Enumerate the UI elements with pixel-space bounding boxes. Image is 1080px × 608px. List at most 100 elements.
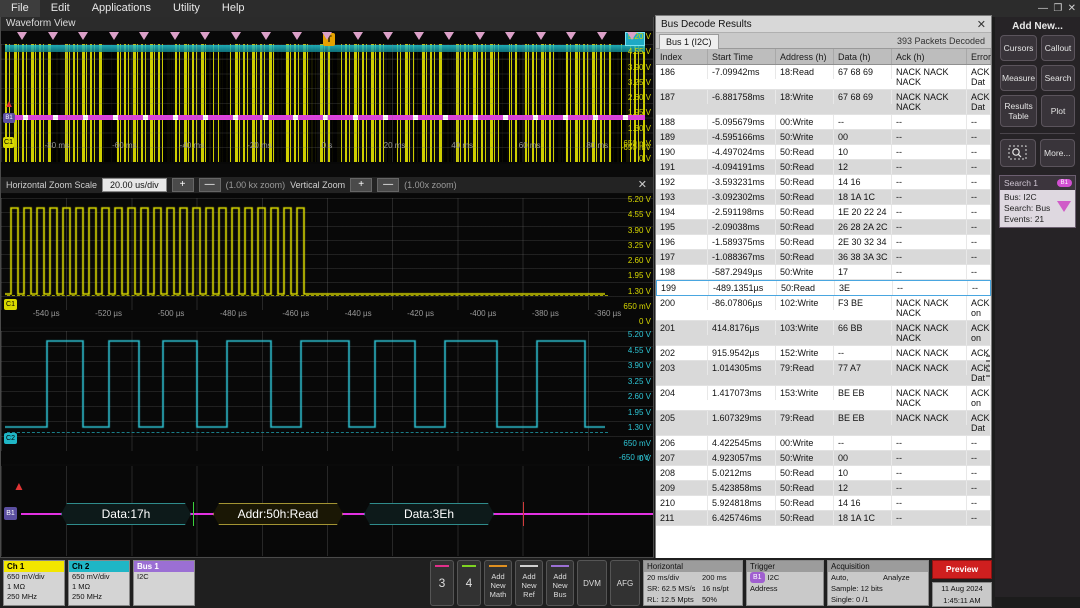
menu-item-file[interactable]: File bbox=[0, 0, 40, 17]
h-zoom-decrease-button[interactable]: — bbox=[198, 178, 221, 192]
table-row[interactable]: 191 -4.094191ms 50:Read 12 -- -- bbox=[656, 160, 991, 175]
add-new-button[interactable]: Add New Bus bbox=[546, 560, 574, 606]
search-mark-icon[interactable] bbox=[474, 32, 485, 40]
table-row[interactable]: 202 915.9542µs 152:Write -- NACK NACK ACK bbox=[656, 346, 991, 361]
table-row[interactable]: 192 -3.593231ms 50:Read 14 16 -- -- bbox=[656, 175, 991, 190]
zoom-close-icon[interactable]: ✕ bbox=[638, 178, 647, 191]
search-mark-icon[interactable] bbox=[139, 32, 149, 40]
search-mark-icon[interactable] bbox=[596, 32, 607, 40]
table-row[interactable]: 208 5.0212ms 50:Read 10 -- -- bbox=[656, 466, 991, 481]
table-row[interactable]: 204 1.417073ms 153:Write BE EB NACK NACK NAC… bbox=[656, 386, 991, 411]
search-mark-icon[interactable] bbox=[566, 32, 576, 40]
search-mark-icon[interactable] bbox=[47, 32, 58, 40]
h-zoom-increase-button[interactable]: + bbox=[171, 178, 194, 192]
bus-packet[interactable]: Data:17h bbox=[61, 503, 191, 525]
table-row[interactable]: 190 -4.497024ms 50:Read 10 -- -- bbox=[656, 145, 991, 160]
close-icon[interactable]: ✕ bbox=[1068, 3, 1076, 14]
search-mark-icon[interactable] bbox=[108, 32, 119, 40]
horizontal-settings-box[interactable]: Horizontal 20 ms/div 200 ms SR: 62.5 MS/s… bbox=[643, 560, 743, 606]
table-row[interactable]: 201 414.8176µs 103:Write 66 BB NACK NACK NAC… bbox=[656, 321, 991, 346]
search-mark-icon[interactable] bbox=[413, 32, 424, 40]
tab-bus1-i2c[interactable]: Bus 1 (I2C) bbox=[659, 34, 719, 49]
vertical-scroll-grip[interactable] bbox=[986, 355, 990, 377]
search-mark-icon[interactable] bbox=[444, 32, 454, 40]
bus-decode-table-body[interactable]: 186 -7.09942ms 18:Read 67 68 69 NACK NACK NA… bbox=[656, 65, 991, 575]
channel-button-3[interactable]: 3 bbox=[430, 560, 454, 606]
cursor-a[interactable] bbox=[193, 502, 194, 526]
ch2-zoom-pane[interactable]: C2 5.20 V 4.55 V 3.90 V 3.25 V 2.60 V 1.95 V 1… bbox=[1, 329, 653, 464]
more-button[interactable]: More... bbox=[1039, 139, 1075, 167]
afg-button[interactable]: AFG bbox=[610, 560, 640, 606]
column-header-index[interactable]: Index bbox=[656, 49, 708, 64]
h-zoom-scale-value[interactable]: 20.00 us/div bbox=[102, 178, 167, 192]
trigger-settings-box[interactable]: Trigger B1 I2C Address bbox=[746, 560, 824, 606]
table-row[interactable]: 203 1.014305ms 79:Read 77 A7 NACK NACK ACK Da… bbox=[656, 361, 991, 386]
dvm-button[interactable]: DVM bbox=[577, 560, 607, 606]
table-row[interactable]: 197 -1.088367ms 50:Read 36 38 3A 3C -- -- bbox=[656, 250, 991, 265]
column-header-error[interactable]: Error bbox=[967, 49, 991, 64]
search-mark-icon[interactable] bbox=[200, 32, 210, 40]
table-row[interactable]: 205 1.607329ms 79:Read BE EB NACK NACK ACK Da… bbox=[656, 411, 991, 436]
acquisition-settings-box[interactable]: Acquisition Auto, Analyze Sample: 12 bits… bbox=[827, 560, 929, 606]
column-header-start-time[interactable]: Start Time bbox=[708, 49, 776, 64]
table-row[interactable]: 194 -2.591198ms 50:Read 1E 20 22 24 -- -- bbox=[656, 205, 991, 220]
bus-badge[interactable]: B1 bbox=[4, 507, 17, 520]
column-header-ack[interactable]: Ack (h) bbox=[892, 49, 967, 64]
table-row[interactable]: 199 -489.1351µs 50:Read 3E -- -- bbox=[656, 280, 991, 296]
table-row[interactable]: 188 -5.095679ms 00:Write -- -- -- bbox=[656, 115, 991, 130]
channel-badge[interactable]: Ch 1 650 mV/div 1 MΩ 250 MHz bbox=[3, 560, 65, 606]
zoom-area-icon[interactable] bbox=[1000, 139, 1036, 167]
bus-packet[interactable]: Data:3Eh bbox=[364, 503, 494, 525]
search-badge-card[interactable]: Search 1 B1 Bus: I2C Search: Bus Events:… bbox=[999, 175, 1076, 228]
v-zoom-increase-button[interactable]: + bbox=[350, 178, 373, 192]
measure-button[interactable]: Measure bbox=[1000, 65, 1038, 91]
ch2-badge[interactable]: C2 bbox=[4, 433, 17, 444]
search-mark-icon[interactable] bbox=[505, 32, 515, 40]
search-mark-icon[interactable] bbox=[291, 32, 302, 40]
overview-bus-ref-badge[interactable]: B1 bbox=[3, 113, 15, 123]
search-mark-icon[interactable] bbox=[78, 32, 88, 40]
cursors-button[interactable]: Cursors bbox=[1000, 35, 1038, 61]
column-header-address[interactable]: Address (h) bbox=[776, 49, 834, 64]
table-row[interactable]: 193 -3.092302ms 50:Read 18 1A 1C -- -- bbox=[656, 190, 991, 205]
table-row[interactable]: 211 6.425746ms 50:Read 18 1A 1C -- -- bbox=[656, 511, 991, 526]
v-zoom-decrease-button[interactable]: — bbox=[377, 178, 400, 192]
table-row[interactable]: 198 -587.2949µs 50:Write 17 -- -- bbox=[656, 265, 991, 280]
column-header-data[interactable]: Data (h) bbox=[834, 49, 892, 64]
menu-item-edit[interactable]: Edit bbox=[40, 0, 81, 17]
table-row[interactable]: 200 -86.07806µs 102:Write F3 BE NACK NACK NA… bbox=[656, 296, 991, 321]
restore-icon[interactable]: ❐ bbox=[1053, 3, 1062, 14]
search-mark-icon[interactable] bbox=[17, 32, 27, 40]
search-mark-icon[interactable] bbox=[322, 32, 332, 40]
search-mark-icon[interactable] bbox=[383, 32, 393, 40]
search-mark-icon[interactable] bbox=[535, 32, 546, 40]
table-row[interactable]: 210 5.924818ms 50:Read 14 16 -- -- bbox=[656, 496, 991, 511]
overview-pane[interactable]: T C1 B1 ▲ 5.20 V 4.55 V 3.90 V 3.25 V 2.60 V… bbox=[1, 31, 653, 164]
channel-badge[interactable]: Ch 2 650 mV/div 1 MΩ 250 MHz bbox=[68, 560, 130, 606]
add-new-button[interactable]: Add New Math bbox=[484, 560, 512, 606]
bus-packet[interactable]: Addr:50h:Read bbox=[213, 503, 343, 525]
table-row[interactable]: 206 4.422545ms 00:Write -- -- -- bbox=[656, 436, 991, 451]
minimize-icon[interactable]: — bbox=[1038, 3, 1048, 14]
table-row[interactable]: 186 -7.09942ms 18:Read 67 68 69 NACK NACK NA… bbox=[656, 65, 991, 90]
search-mark-icon[interactable] bbox=[169, 32, 180, 40]
search-mark-icon[interactable] bbox=[230, 32, 241, 40]
cursor-b[interactable] bbox=[523, 502, 524, 526]
table-row[interactable]: 207 4.923057ms 50:Write 00 -- -- bbox=[656, 451, 991, 466]
search-button[interactable]: Search bbox=[1041, 65, 1075, 91]
bus-decode-close-icon[interactable]: ✕ bbox=[977, 17, 986, 34]
channel-button-4[interactable]: 4 bbox=[457, 560, 481, 606]
plot-button[interactable]: Plot bbox=[1041, 95, 1075, 127]
search-mark-icon[interactable] bbox=[261, 32, 271, 40]
menu-item-help[interactable]: Help bbox=[211, 0, 256, 17]
results-table-button[interactable]: Results Table bbox=[1000, 95, 1038, 127]
table-row[interactable]: 195 -2.09038ms 50:Read 26 28 2A 2C -- -- bbox=[656, 220, 991, 235]
channel-badge[interactable]: Bus 1 I2C bbox=[133, 560, 195, 606]
table-row[interactable]: 196 -1.589375ms 50:Read 2E 30 32 34 -- -- bbox=[656, 235, 991, 250]
preview-button[interactable]: Preview bbox=[932, 559, 992, 579]
table-row[interactable]: 209 5.423858ms 50:Read 12 -- -- bbox=[656, 481, 991, 496]
menu-item-applications[interactable]: Applications bbox=[81, 0, 162, 17]
bus-decode-pane[interactable]: ▲ B1 Data:17h Addr:50h:Read Data:3Eh bbox=[1, 466, 653, 556]
add-new-button[interactable]: Add New Ref bbox=[515, 560, 543, 606]
table-row[interactable]: 189 -4.595166ms 50:Write 00 -- -- bbox=[656, 130, 991, 145]
